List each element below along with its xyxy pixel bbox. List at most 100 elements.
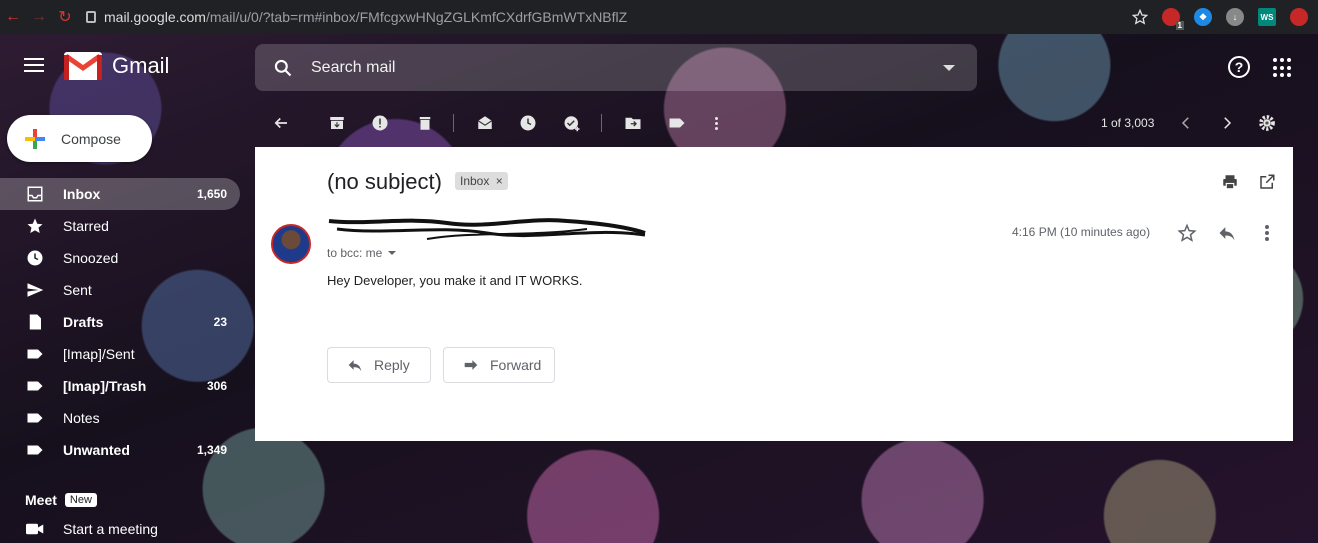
inbox-icon (27, 186, 43, 202)
start-meeting-label: Start a meeting (63, 521, 158, 537)
extension-area: 1 ❖ ↓ WS (1132, 8, 1308, 30)
message-view: (no subject) Inbox × to bcc: me 4:16 PM … (255, 147, 1293, 441)
download-icon[interactable]: ↓ (1226, 8, 1244, 26)
sidebar-item-label: Starred (63, 218, 109, 234)
sender-name-redacted (328, 218, 646, 240)
sidebar-item-label: [Imap]/Trash (63, 378, 147, 394)
open-in-new-window-icon[interactable] (1258, 173, 1276, 191)
url-text[interactable]: mail.google.com/mail/u/0/?tab=rm#inbox/F… (104, 9, 627, 25)
reply-arrow-icon (348, 360, 362, 372)
toolbar-divider (601, 114, 602, 132)
sidebar-item-imap-trash[interactable]: [Imap]/Trash 306 (0, 370, 240, 402)
inbox-label-chip[interactable]: Inbox × (455, 172, 508, 190)
sidebar-item-count: 23 (213, 315, 227, 329)
apps-grid-icon[interactable] (1273, 58, 1293, 78)
profile-avatar-icon[interactable] (1290, 8, 1308, 26)
send-icon (27, 283, 44, 297)
extension-1-icon[interactable]: 1 (1162, 8, 1184, 30)
sidebar-item-snoozed[interactable]: Snoozed (0, 242, 240, 274)
sidebar-item-label: Unwanted (63, 442, 130, 458)
sidebar-item-imap-sent[interactable]: [Imap]/Sent (0, 338, 240, 370)
meet-new-badge: New (64, 493, 97, 507)
print-icon[interactable] (1221, 173, 1239, 191)
report-spam-icon[interactable] (371, 114, 389, 132)
sidebar-item-count: 1,349 (196, 443, 227, 457)
sender-avatar[interactable] (271, 224, 311, 264)
label-icon (27, 381, 43, 391)
add-to-tasks-icon[interactable] (563, 114, 581, 132)
reply-button-label: Reply (374, 357, 410, 373)
newer-chevron-icon[interactable] (1177, 114, 1195, 132)
sidebar-item-count: 306 (206, 379, 227, 393)
search-options-icon[interactable] (943, 65, 955, 71)
extension-ws-icon[interactable]: WS (1258, 8, 1276, 26)
label-icon (27, 445, 43, 455)
settings-gear-icon[interactable] (1258, 114, 1276, 132)
sidebar-item-label: Snoozed (63, 250, 119, 266)
sidebar-item-drafts[interactable]: Drafts 23 (0, 306, 240, 338)
reply-button[interactable]: Reply (327, 347, 431, 383)
show-details-caret-icon[interactable] (388, 251, 397, 255)
snooze-clock-icon[interactable] (519, 114, 537, 132)
main-menu-icon[interactable] (24, 58, 44, 76)
bookmark-star-icon[interactable] (1132, 9, 1148, 25)
help-icon[interactable]: ? (1228, 56, 1250, 78)
more-options-icon[interactable] (707, 114, 725, 132)
clock-icon (27, 250, 43, 266)
recipient-text: to bcc: me (327, 246, 383, 260)
gmail-logo[interactable]: Gmail (64, 52, 169, 80)
label-icon (27, 349, 43, 359)
search-input[interactable] (311, 58, 911, 77)
compose-button[interactable]: Compose (7, 115, 152, 162)
mark-unread-icon[interactable] (476, 114, 494, 132)
sidebar-item-inbox[interactable]: Inbox 1,650 (0, 178, 240, 210)
video-camera-icon (26, 523, 44, 535)
browser-back-icon[interactable]: ← (0, 8, 26, 26)
older-chevron-icon[interactable] (1218, 114, 1236, 132)
sidebar-item-notes[interactable]: Notes (0, 402, 240, 434)
sidebar-item-sent[interactable]: Sent (0, 274, 240, 306)
gmail-m-icon (64, 52, 102, 80)
sidebar-item-count: 1,650 (196, 187, 227, 201)
sidebar-item-label: Sent (63, 282, 92, 298)
remove-label-icon[interactable]: × (496, 174, 503, 188)
start-meeting-item[interactable]: Start a meeting (26, 521, 158, 537)
delete-icon[interactable] (416, 114, 434, 132)
reply-arrow-icon[interactable] (1217, 224, 1237, 242)
sidebar-item-unwanted[interactable]: Unwanted 1,349 (0, 434, 240, 466)
address-bar[interactable]: mail.google.com/mail/u/0/?tab=rm#inbox/F… (86, 9, 1132, 25)
message-toolbar: 1 of 3,003 (255, 108, 1293, 138)
browser-reload-icon[interactable]: ↻ (52, 7, 78, 27)
forward-arrow-icon (464, 360, 478, 370)
forward-button-label: Forward (490, 357, 542, 373)
star-icon[interactable] (1177, 223, 1197, 243)
star-icon (27, 218, 43, 234)
email-body: Hey Developer, you make it and IT WORKS. (327, 273, 583, 288)
url-path: /mail/u/0/?tab=rm#inbox/FMfcgxwHNgZGLKmf… (205, 9, 628, 25)
more-options-icon[interactable] (1257, 223, 1277, 243)
back-arrow-icon[interactable] (272, 114, 290, 132)
move-to-icon[interactable] (624, 114, 642, 132)
app-name: Gmail (112, 53, 170, 78)
sidebar-item-label: Inbox (63, 186, 101, 202)
archive-icon[interactable] (328, 114, 346, 132)
label-icon[interactable] (668, 114, 686, 132)
email-timestamp: 4:16 PM (10 minutes ago) (1012, 225, 1151, 239)
browser-toolbar: ← → ↻ mail.google.com/mail/u/0/?tab=rm#i… (0, 0, 1318, 34)
forward-button[interactable]: Forward (443, 347, 555, 383)
draft-icon (29, 314, 41, 330)
recipient-line[interactable]: to bcc: me (327, 246, 397, 260)
extension-2-icon[interactable]: ❖ (1194, 8, 1212, 26)
compose-label: Compose (61, 130, 121, 147)
sidebar-item-starred[interactable]: Starred (0, 210, 240, 242)
compose-plus-icon (25, 128, 45, 149)
search-bar[interactable] (255, 44, 977, 91)
label-icon (27, 413, 43, 423)
pagination-text: 1 of 3,003 (1101, 116, 1155, 130)
browser-forward-icon[interactable]: → (26, 8, 52, 26)
search-icon[interactable] (273, 58, 293, 78)
sidebar-item-label: Notes (63, 410, 100, 426)
sidebar-item-label: [Imap]/Sent (63, 346, 135, 362)
gmail-header: Gmail ? (0, 34, 1318, 98)
sidebar-nav: Inbox 1,650 Starred Snoozed Sent Drafts … (0, 178, 240, 466)
